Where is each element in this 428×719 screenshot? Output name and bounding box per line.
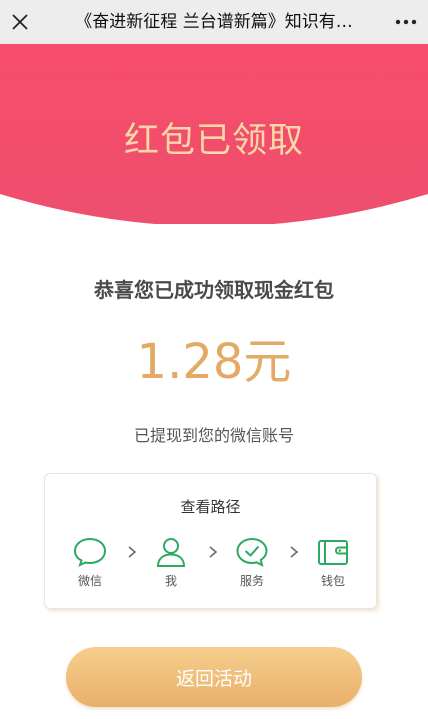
chat-bubble-icon: [73, 537, 107, 567]
path-title: 查看路径: [180, 498, 241, 516]
chevron-right-icon: [290, 546, 299, 558]
hero-title: 红包已领取: [123, 121, 304, 161]
more-icon[interactable]: [390, 6, 422, 38]
step-label: 微信: [77, 574, 102, 588]
close-icon[interactable]: [4, 6, 36, 38]
chevron-right-icon: [128, 546, 137, 558]
path-step-wechat: 微信: [65, 536, 115, 589]
step-label: 我: [164, 574, 177, 588]
path-step-wallet: 钱包: [308, 536, 358, 589]
path-step-services: 服务: [227, 536, 277, 589]
top-nav-bar: 《奋进新征程 兰台谱新篇》知识有…: [0, 0, 428, 44]
step-label: 服务: [239, 574, 264, 588]
path-card: 查看路径 微信 我 服务 钱包: [44, 473, 377, 609]
congrats-text: 恭喜您已成功领取现金红包: [94, 278, 334, 302]
hero-banner: 红包已领取: [0, 44, 428, 224]
path-step-me: 我: [146, 536, 196, 589]
user-icon: [156, 538, 186, 567]
step-label: 钱包: [320, 574, 345, 588]
return-button-label: 返回活动: [175, 667, 252, 690]
check-circle-icon: [236, 537, 268, 567]
wallet-icon: [318, 540, 348, 565]
chevron-right-icon: [209, 546, 218, 558]
return-to-activity-button[interactable]: 返回活动: [66, 647, 362, 707]
withdraw-note: 已提现到您的微信账号: [133, 426, 294, 445]
page-title: 《奋进新征程 兰台谱新篇》知识有…: [75, 12, 353, 32]
amount-value: 1.28元: [136, 334, 292, 390]
